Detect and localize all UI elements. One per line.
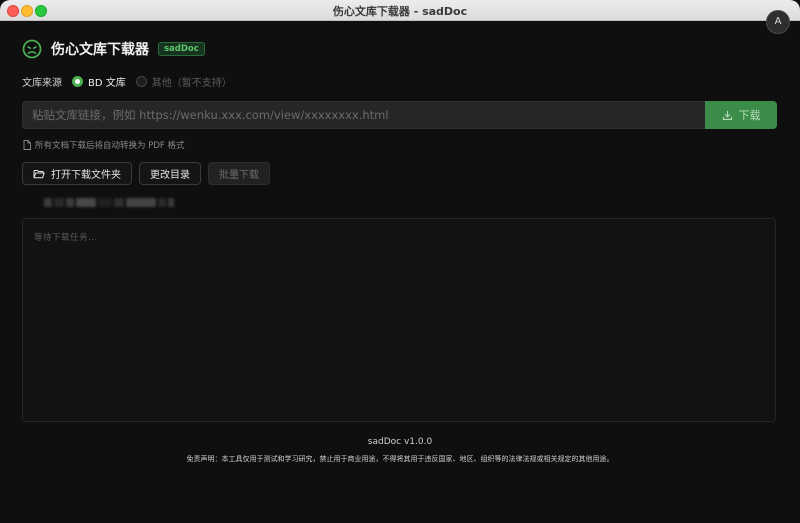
source-option-label: 其他（暂不支持）: [151, 77, 232, 89]
url-input-row: 下载: [22, 101, 777, 129]
batch-download-label: 批量下载: [219, 170, 259, 181]
redacted-block: [76, 197, 96, 207]
radio-unchecked[interactable]: [135, 75, 147, 87]
download-path-redacted: [44, 196, 174, 208]
hint-text: 所有文档下载后将自动转换为 PDF 格式: [35, 141, 185, 151]
download-button[interactable]: 下载: [705, 101, 777, 129]
redacted-block: [44, 197, 52, 207]
folder-open-icon: [33, 169, 45, 178]
source-option-bd[interactable]: BD 文库: [72, 74, 126, 89]
app-window: 伤心文库下载器 - sadDoc A 伤心文库下载器 sadDoc 文库来源 B…: [0, 0, 800, 523]
change-directory-label: 更改目录: [150, 170, 190, 181]
format-hint: 所有文档下载后将自动转换为 PDF 格式: [23, 139, 184, 151]
open-folder-label: 打开下载文件夹: [51, 170, 121, 181]
source-option-other[interactable]: 其他（暂不支持）: [135, 74, 232, 89]
footer-version: sadDoc v1.0.0: [367, 437, 433, 447]
change-directory-button[interactable]: 更改目录: [139, 162, 201, 185]
log-placeholder: 等待下载任务...: [34, 233, 98, 243]
translate-icon[interactable]: A: [766, 10, 790, 34]
footer-disclaimer: 免责声明：本工具仅用于测试和学习研究，禁止用于商业用途，不得将其用于违反国家、地…: [186, 455, 614, 463]
title-bar: 伤心文库下载器 - sadDoc: [0, 0, 800, 21]
redacted-block: [168, 197, 174, 207]
redacted-block: [126, 197, 156, 207]
app-title: 伤心文库下载器: [51, 42, 149, 58]
radio-checked[interactable]: [72, 75, 83, 87]
action-buttons: 打开下载文件夹 更改目录 批量下载: [22, 162, 270, 185]
redacted-block: [98, 197, 112, 207]
redacted-block: [54, 197, 64, 207]
window-title: 伤心文库下载器 - sadDoc: [332, 5, 468, 18]
app-tag: sadDoc: [158, 42, 205, 56]
app-header: 伤心文库下载器 sadDoc: [22, 38, 205, 60]
open-folder-button[interactable]: 打开下载文件夹: [22, 162, 132, 185]
url-input[interactable]: [22, 101, 705, 129]
source-option-label: BD 文库: [88, 77, 126, 89]
redacted-block: [66, 197, 74, 207]
source-label: 文库来源: [22, 77, 62, 89]
download-icon: [722, 110, 732, 120]
log-panel[interactable]: 等待下载任务...: [22, 218, 776, 422]
document-icon: [23, 140, 31, 150]
redacted-block: [114, 197, 124, 207]
sad-face-icon: [22, 39, 42, 59]
source-selector: 文库来源 BD 文库 其他（暂不支持）: [22, 73, 242, 89]
redacted-block: [158, 197, 166, 207]
batch-download-button[interactable]: 批量下载: [208, 162, 270, 185]
download-button-label: 下载: [738, 109, 761, 122]
